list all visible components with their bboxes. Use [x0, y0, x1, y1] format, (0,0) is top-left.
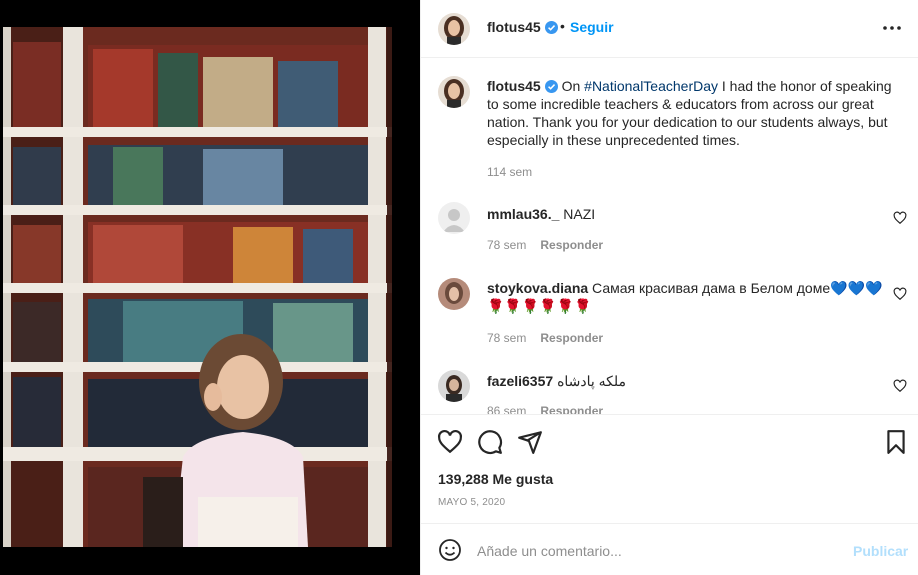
post-panel: flotus45 • Seguir flotus45 On #NationalT… — [420, 0, 918, 575]
comment-text: stoykova.diana Самая красивая дама в Бел… — [487, 279, 897, 315]
comment-meta: 78 sem Responder — [487, 238, 603, 252]
heart-icon[interactable] — [893, 379, 907, 393]
comment-body: ملکه پادشاه — [557, 373, 627, 389]
comment-icon[interactable] — [477, 429, 503, 455]
comment-username[interactable]: mmlau36._ — [487, 206, 559, 222]
separator-dot: • — [560, 18, 565, 34]
caption-body-start: On — [561, 78, 585, 94]
post-date[interactable]: MAYO 5, 2020 — [438, 497, 505, 508]
hashtag-link[interactable]: #NationalTeacherDay — [584, 78, 718, 94]
heart-icon[interactable] — [893, 211, 907, 225]
comment-meta: 78 sem Responder — [487, 331, 603, 345]
comment-username[interactable]: stoykova.diana — [487, 280, 588, 296]
comment-input[interactable] — [477, 540, 837, 562]
post-photo[interactable] — [3, 27, 392, 547]
post-header: flotus45 • Seguir — [421, 0, 918, 58]
comment-text: fazeli6357 ملکه پادشاه — [487, 372, 897, 390]
commenter-avatar[interactable] — [438, 202, 470, 234]
caption-avatar[interactable] — [438, 76, 470, 108]
verified-icon — [544, 80, 558, 93]
commenter-avatar[interactable] — [438, 370, 470, 402]
comments-section[interactable]: flotus45 On #NationalTeacherDay I had th… — [421, 59, 918, 414]
caption-username[interactable]: flotus45 — [487, 78, 541, 94]
emoji-icon[interactable] — [438, 538, 462, 562]
comment-time: 86 sem — [487, 404, 527, 414]
comment-time: 78 sem — [487, 238, 527, 252]
comment-text: mmlau36._ NAZI — [487, 205, 897, 223]
verified-icon — [544, 21, 558, 34]
follow-button[interactable]: Seguir — [570, 19, 614, 35]
caption-text: flotus45 On #NationalTeacherDay I had th… — [487, 77, 897, 149]
reply-button[interactable]: Responder — [540, 238, 603, 252]
reply-button[interactable]: Responder — [540, 331, 603, 345]
author-username[interactable]: flotus45 — [487, 19, 558, 35]
add-comment-bar: Publicar — [421, 523, 918, 575]
comment-meta: 86 sem Responder — [487, 404, 603, 414]
share-icon[interactable] — [517, 429, 543, 455]
bookmark-icon[interactable] — [883, 429, 909, 455]
caption-time: 114 sem — [487, 165, 533, 179]
heart-icon[interactable] — [893, 287, 907, 301]
more-options-icon[interactable] — [881, 17, 903, 39]
comment-username[interactable]: fazeli6357 — [487, 373, 553, 389]
publish-button[interactable]: Publicar — [853, 543, 908, 559]
reply-button[interactable]: Responder — [540, 404, 603, 414]
post-actions: 139,288 Me gusta MAYO 5, 2020 Publicar — [421, 414, 918, 575]
heart-icon[interactable] — [437, 429, 463, 455]
comment-body: NAZI — [563, 206, 596, 222]
comment-time: 78 sem — [487, 331, 527, 345]
commenter-avatar[interactable] — [438, 278, 470, 310]
likes-count[interactable]: 139,288 Me gusta — [438, 471, 553, 487]
author-avatar[interactable] — [438, 13, 470, 45]
bookshelf-photo-image — [3, 27, 392, 547]
